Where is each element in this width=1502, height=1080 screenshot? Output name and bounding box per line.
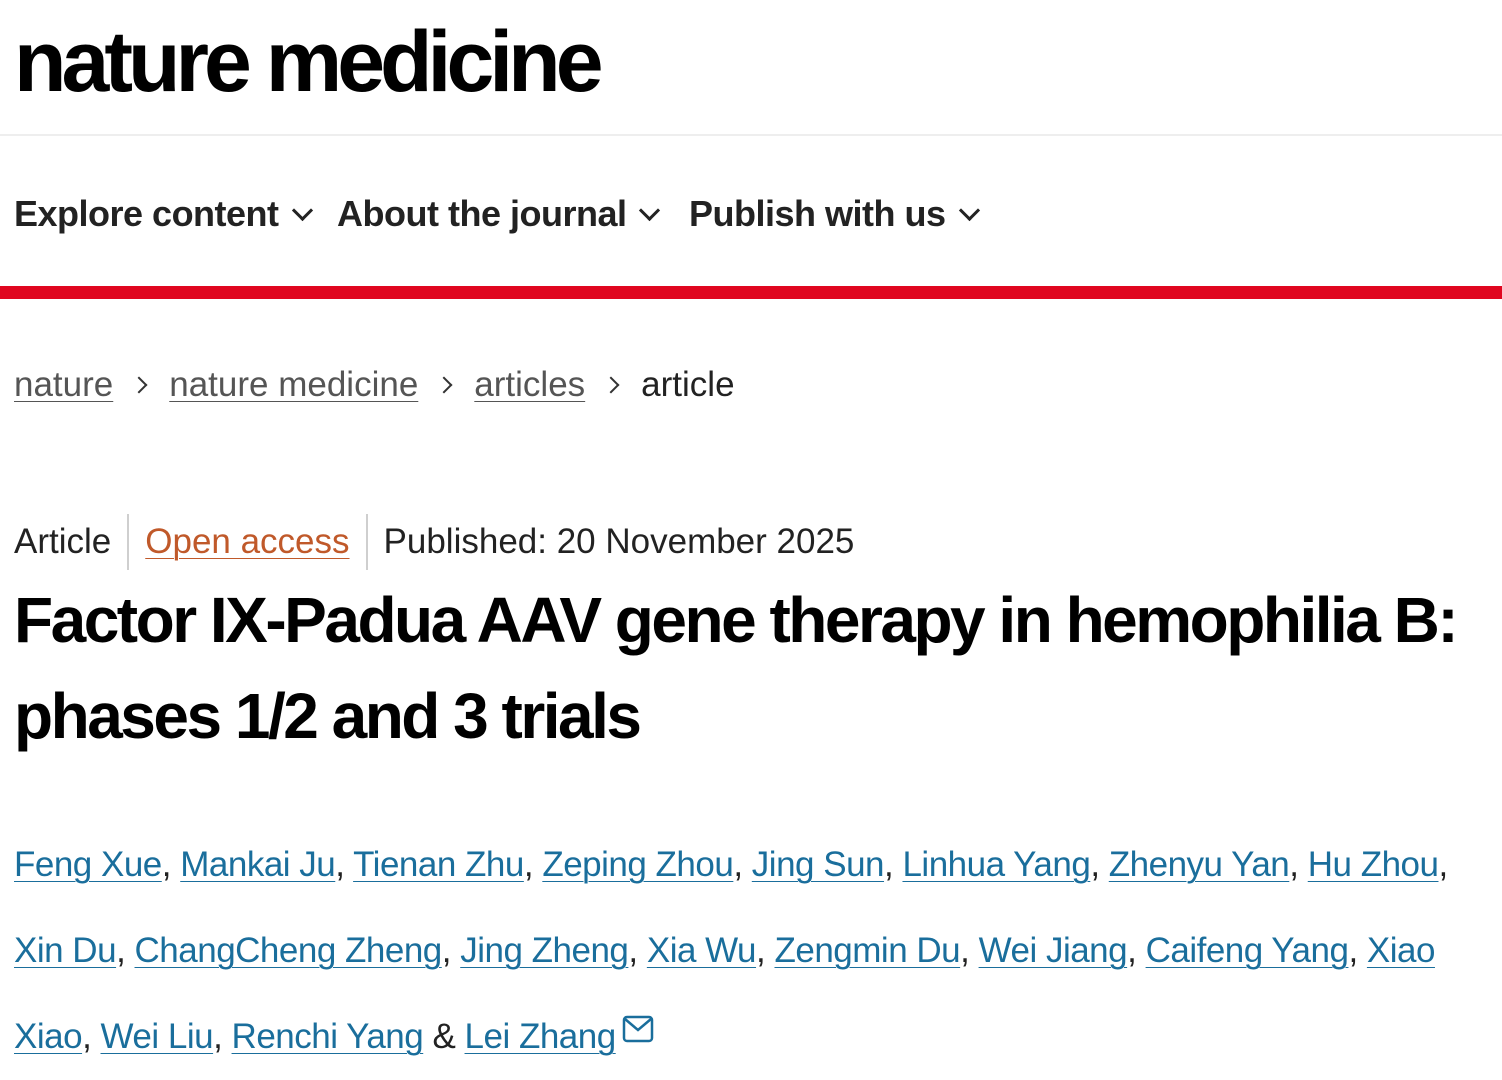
- author-separator: ,: [1289, 845, 1308, 884]
- article-type: Article: [14, 522, 112, 561]
- nav-item-label: Publish with us: [689, 193, 946, 234]
- nav-item-label: Explore content: [14, 193, 279, 234]
- accent-bar: [0, 286, 1502, 299]
- author-link[interactable]: ChangCheng Zheng: [135, 931, 443, 970]
- chevron-right-icon: [602, 376, 620, 394]
- author-link[interactable]: Zeping Zhou: [542, 845, 734, 884]
- author-separator: ,: [116, 931, 135, 970]
- author-link[interactable]: Caifeng Yang: [1146, 931, 1349, 970]
- author-link[interactable]: Xin Du: [14, 931, 117, 970]
- main-nav: Explore content About the journal Publis…: [0, 136, 1502, 286]
- author-separator: ,: [1348, 931, 1367, 970]
- author-final-separator: &: [423, 1017, 465, 1056]
- author-separator: ,: [213, 1017, 232, 1056]
- nav-explore-content[interactable]: Explore content: [14, 192, 313, 236]
- chevron-down-icon: [958, 199, 980, 221]
- breadcrumb-nature[interactable]: nature: [14, 362, 113, 408]
- author-separator: ,: [523, 845, 543, 884]
- chevron-right-icon: [435, 376, 453, 394]
- nav-publish-with-us[interactable]: Publish with us: [689, 192, 980, 236]
- author-link[interactable]: Zhenyu Yan: [1109, 845, 1290, 884]
- author-link[interactable]: Tienan Zhu: [353, 845, 524, 884]
- published-date: Published: 20 November 2025: [383, 522, 855, 561]
- breadcrumb-current: article: [641, 365, 735, 404]
- author-link[interactable]: Xia Wu: [647, 931, 757, 970]
- author-link[interactable]: Jing Sun: [752, 845, 885, 884]
- open-access-link[interactable]: Open access: [145, 519, 349, 565]
- chevron-down-icon: [639, 199, 661, 221]
- author-link[interactable]: Lei Zhang: [465, 1017, 617, 1056]
- author-list: Feng Xue, Mankai Ju, Tienan Zhu, Zeping …: [14, 822, 1494, 1080]
- author-link[interactable]: Mankai Ju: [180, 845, 336, 884]
- author-separator: ,: [628, 931, 647, 970]
- author-separator: ,: [884, 845, 903, 884]
- author-separator: ,: [960, 931, 979, 970]
- nav-about-journal[interactable]: About the journal: [337, 192, 661, 236]
- page: nature medicine Explore content About th…: [0, 0, 1502, 1080]
- author-separator: ,: [82, 1017, 101, 1056]
- article-title: Factor IX-Padua AAV gene therapy in hemo…: [14, 584, 1459, 752]
- author-separator: ,: [756, 931, 775, 970]
- breadcrumb-nature-medicine[interactable]: nature medicine: [169, 362, 418, 408]
- mail-icon[interactable]: [622, 1014, 654, 1044]
- author-separator: ,: [161, 845, 181, 884]
- author-separator: ,: [441, 931, 461, 970]
- author-link[interactable]: Zengmin Du: [774, 931, 960, 970]
- journal-logo[interactable]: nature medicine: [14, 12, 604, 112]
- author-separator: ,: [733, 845, 752, 884]
- chevron-right-icon: [130, 376, 148, 394]
- author-separator: ,: [1438, 845, 1448, 884]
- breadcrumb: nature nature medicine articles article: [14, 362, 735, 408]
- author-link[interactable]: Hu Zhou: [1308, 845, 1439, 884]
- author-separator: ,: [1127, 931, 1146, 970]
- author-link[interactable]: Wei Liu: [101, 1017, 214, 1056]
- author-separator: ,: [335, 845, 354, 884]
- author-link[interactable]: Feng Xue: [14, 845, 162, 884]
- author-link[interactable]: Jing Zheng: [460, 931, 629, 970]
- chevron-down-icon: [291, 199, 313, 221]
- author-link[interactable]: Linhua Yang: [902, 845, 1090, 884]
- author-separator: ,: [1090, 845, 1109, 884]
- masthead: nature medicine: [0, 0, 1502, 136]
- author-link[interactable]: Renchi Yang: [232, 1017, 424, 1056]
- breadcrumb-articles[interactable]: articles: [474, 362, 585, 408]
- article-meta: Article Open access Published: 20 Novemb…: [14, 514, 854, 570]
- meta-divider: [127, 514, 130, 570]
- author-link[interactable]: Wei Jiang: [979, 931, 1128, 970]
- nav-item-label: About the journal: [337, 193, 627, 234]
- meta-divider: [365, 514, 368, 570]
